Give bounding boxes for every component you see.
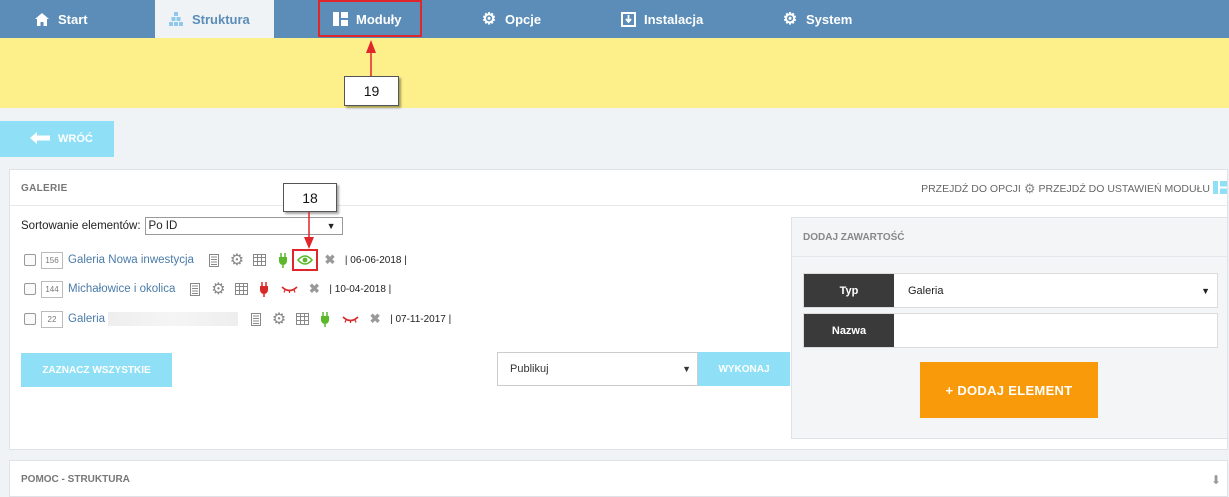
id-badge: 144 xyxy=(41,280,63,298)
nav-item-struktura[interactable]: Struktura xyxy=(155,0,274,38)
nav-item-instalacja[interactable]: Instalacja xyxy=(620,0,703,38)
nav-label-instalacja: Instalacja xyxy=(644,11,704,27)
calendar-icon[interactable] xyxy=(294,311,310,327)
sort-select[interactable]: Po ID ▼ xyxy=(144,217,343,235)
caret-down-icon: ▼ xyxy=(326,221,336,231)
panel-title: GALERIE xyxy=(21,183,68,194)
home-icon xyxy=(34,11,50,27)
execute-button[interactable]: WYKONAJ xyxy=(698,352,790,386)
gear-icon[interactable]: ⚙ xyxy=(229,252,245,269)
row-checkbox[interactable] xyxy=(24,313,36,325)
nav-label-struktura: Struktura xyxy=(192,11,250,27)
item-name-link[interactable]: Galeria Nowa inwestycja xyxy=(68,254,194,266)
type-field: Typ Galeria ▼ xyxy=(803,273,1218,308)
calendar-icon[interactable] xyxy=(252,252,268,268)
delete-icon[interactable]: ✖ xyxy=(322,252,338,268)
item-date: | 06-06-2018 | xyxy=(344,254,407,266)
panel-links: PRZEJDŹ DO OPCJI ⚙ PRZEJDŹ DO USTAWIEŃ M… xyxy=(921,181,1227,197)
closed-eye-icon[interactable] xyxy=(340,311,360,327)
id-badge: 22 xyxy=(41,310,63,328)
list-item: 156 Galeria Nowa inwestycja ⚙ ✖ | 06-06-… xyxy=(24,249,407,271)
options-link[interactable]: PRZEJDŹ DO OPCJI xyxy=(921,183,1021,195)
plug-icon[interactable] xyxy=(317,311,333,327)
help-title: POMOC - STRUKTURA xyxy=(21,474,130,485)
help-panel[interactable]: POMOC - STRUKTURA ⬇ xyxy=(9,460,1228,497)
callout-19: 19 xyxy=(344,76,399,106)
nav-item-system[interactable]: ⚙ System xyxy=(782,0,852,38)
gear-icon: ⚙ xyxy=(1023,181,1036,196)
back-label: WRÓĆ xyxy=(58,133,93,145)
gear-icon[interactable]: ⚙ xyxy=(271,311,287,328)
name-input[interactable] xyxy=(894,314,1217,347)
item-name-link[interactable]: Michałowice i okolica xyxy=(68,283,175,295)
item-name-link[interactable]: Galeria xyxy=(68,313,105,325)
list-item: 144 Michałowice i okolica ⚙ ✖ | 10-04-20… xyxy=(24,279,391,299)
item-date: | 07-11-2017 | xyxy=(390,313,452,325)
item-date: | 10-04-2018 | xyxy=(329,283,392,295)
caret-down-icon: ▼ xyxy=(1201,285,1210,296)
redacted-text xyxy=(108,312,239,326)
panel-header: GALERIE PRZEJDŹ DO OPCJI ⚙ PRZEJDŹ DO US… xyxy=(10,170,1227,206)
nav-label-system: System xyxy=(806,11,853,27)
name-label: Nazwa xyxy=(804,314,894,347)
calendar-icon[interactable] xyxy=(233,281,249,297)
nav-item-start[interactable]: Start xyxy=(34,0,88,38)
arrow-left-icon xyxy=(30,131,50,147)
document-icon[interactable] xyxy=(187,281,203,297)
gear-icon: ⚙ xyxy=(481,11,497,28)
nav-label-start: Start xyxy=(58,11,88,27)
module-settings-link[interactable]: PRZEJDŹ DO USTAWIEŃ MODUŁU xyxy=(1038,183,1210,195)
type-label: Typ xyxy=(804,274,894,307)
bulk-action-select[interactable]: Publikuj ▼ xyxy=(497,352,698,386)
add-content-box: DODAJ ZAWARTOŚĆ Typ Galeria ▼ Nazwa + DO… xyxy=(791,217,1228,439)
back-button[interactable]: WRÓĆ xyxy=(0,121,114,157)
delete-icon[interactable]: ✖ xyxy=(367,311,383,327)
add-content-title: DODAJ ZAWARTOŚĆ xyxy=(803,232,905,243)
gear-icon: ⚙ xyxy=(782,11,798,28)
gear-icon[interactable]: ⚙ xyxy=(210,281,226,298)
eye-icon[interactable] xyxy=(291,249,318,271)
top-navigation: Start Struktura Moduły ⚙ Opcje Instalacj… xyxy=(0,0,1229,38)
nav-label-opcje: Opcje xyxy=(505,11,542,27)
sort-value: Po ID xyxy=(148,220,178,232)
caret-down-icon: ▼ xyxy=(682,364,691,374)
type-select[interactable]: Galeria ▼ xyxy=(894,274,1217,307)
document-icon[interactable] xyxy=(206,252,222,268)
delete-icon[interactable]: ✖ xyxy=(306,281,322,297)
id-badge: 156 xyxy=(41,251,63,269)
row-checkbox[interactable] xyxy=(24,254,36,266)
notice-bar xyxy=(0,38,1229,108)
row-checkbox[interactable] xyxy=(24,283,36,295)
document-icon[interactable] xyxy=(248,311,264,327)
plug-icon[interactable] xyxy=(256,281,272,297)
sort-row: Sortowanie elementów: Po ID ▼ xyxy=(21,217,343,235)
plug-icon[interactable] xyxy=(275,252,291,268)
modules-icon xyxy=(1213,181,1227,197)
callout-18: 18 xyxy=(283,183,337,212)
sort-label: Sortowanie elementów: xyxy=(21,220,141,232)
select-all-button[interactable]: ZAZNACZ WSZYSTKIE xyxy=(21,353,172,387)
divider xyxy=(792,256,1227,257)
type-value: Galeria xyxy=(908,284,944,297)
bulk-action-value: Publikuj xyxy=(510,363,549,375)
add-element-button[interactable]: + DODAJ ELEMENT xyxy=(920,362,1098,418)
highlight-box-modules xyxy=(318,0,422,37)
list-item: 22 Galeria ⚙ ✖ | 07-11-2017 | xyxy=(24,309,451,329)
galleries-panel: GALERIE PRZEJDŹ DO OPCJI ⚙ PRZEJDŹ DO US… xyxy=(9,169,1228,450)
arrow-down-icon[interactable]: ⬇ xyxy=(1211,473,1221,487)
name-field: Nazwa xyxy=(803,313,1218,348)
closed-eye-icon[interactable] xyxy=(279,281,299,297)
sitemap-icon xyxy=(168,11,184,27)
install-icon xyxy=(620,11,636,27)
nav-item-opcje[interactable]: ⚙ Opcje xyxy=(481,0,541,38)
